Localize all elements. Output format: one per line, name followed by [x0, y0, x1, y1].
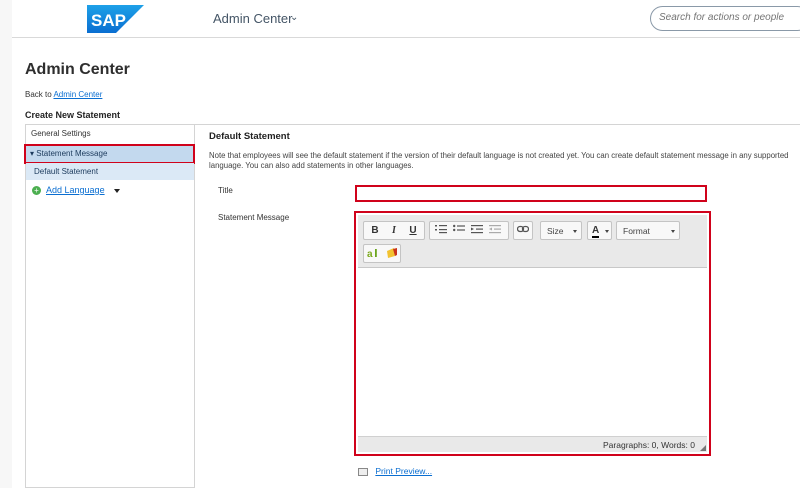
outdent-icon[interactable] [487, 224, 503, 238]
content-heading: Default Statement [209, 131, 290, 142]
rich-text-editor: B I U Size A Format a Paragraphs: 0, Wor… [354, 211, 711, 456]
section-title: Create New Statement [25, 110, 121, 120]
spell-group: a [363, 244, 401, 263]
print-preview-label: Print Preview... [375, 466, 433, 476]
nav-item-default-statement-label: Default Statement [34, 167, 99, 176]
breadcrumb: Back to Admin Center [25, 90, 102, 99]
underline-button[interactable]: U [405, 224, 421, 238]
highlight-box-statement-message [24, 144, 195, 164]
editor-toolbar: B I U Size A Format a [358, 215, 707, 268]
caret-down-icon[interactable] [114, 188, 121, 193]
link-group [513, 221, 533, 240]
title-field[interactable] [355, 185, 707, 202]
clear-format-icon[interactable] [384, 247, 400, 261]
nav-item-general-settings[interactable]: General Settings [31, 129, 91, 138]
word-count-status: Paragraphs: 0, Words: 0 [603, 440, 695, 450]
content-divider [195, 124, 800, 125]
chevron-down-icon[interactable]: ⌄ [290, 12, 298, 23]
back-prefix: Back to [25, 90, 52, 99]
svg-text:SAP: SAP [91, 11, 126, 30]
font-color-button[interactable]: A [587, 221, 612, 240]
left-nav: General Settings ▾ Statement Message Def… [24, 124, 195, 488]
size-dropdown-label: Size [547, 226, 564, 236]
top-header: SAP Admin Center ⌄ [0, 0, 800, 38]
italic-button[interactable]: I [386, 224, 402, 238]
search-input[interactable] [659, 12, 799, 23]
caret-down-icon [605, 230, 609, 233]
editor-text-area[interactable] [358, 269, 707, 436]
text-style-group: B I U [363, 221, 425, 240]
left-strip [0, 38, 12, 488]
bulleted-list-icon[interactable] [451, 224, 467, 238]
print-preview-link[interactable]: Print Preview... [358, 466, 432, 476]
title-label: Title [218, 186, 233, 195]
header-accent [0, 0, 12, 38]
statement-message-label: Statement Message [218, 213, 290, 222]
format-dropdown-label: Format [623, 226, 650, 236]
caret-down-icon [671, 230, 675, 233]
module-title[interactable]: Admin Center [213, 11, 292, 26]
caret-down-icon [573, 230, 577, 233]
back-to-admin-center-link[interactable]: Admin Center [53, 90, 102, 99]
list-group [429, 221, 509, 240]
page-title: Admin Center [25, 61, 130, 78]
font-color-icon: A [592, 225, 600, 238]
resize-grip-icon[interactable] [700, 445, 706, 451]
svg-text:a: a [367, 249, 373, 259]
add-language-link[interactable]: + Add Language [32, 185, 121, 196]
plus-circle-icon: + [32, 186, 41, 196]
sap-logo[interactable]: SAP [87, 5, 144, 33]
add-language-label: Add Language [46, 185, 105, 195]
printer-icon [358, 467, 368, 476]
link-icon[interactable] [515, 224, 531, 238]
search-box[interactable] [650, 6, 800, 31]
bold-button[interactable]: B [367, 224, 383, 238]
format-dropdown[interactable]: Format [616, 221, 680, 240]
size-dropdown[interactable]: Size [540, 221, 582, 240]
indent-icon[interactable] [469, 224, 485, 238]
note-text: Note that employees will see the default… [209, 151, 789, 170]
spellcheck-icon[interactable]: a [366, 247, 382, 261]
nav-item-default-statement[interactable]: Default Statement [26, 163, 194, 180]
numbered-list-icon[interactable] [433, 224, 449, 238]
editor-status-bar: Paragraphs: 0, Words: 0 [358, 436, 707, 452]
